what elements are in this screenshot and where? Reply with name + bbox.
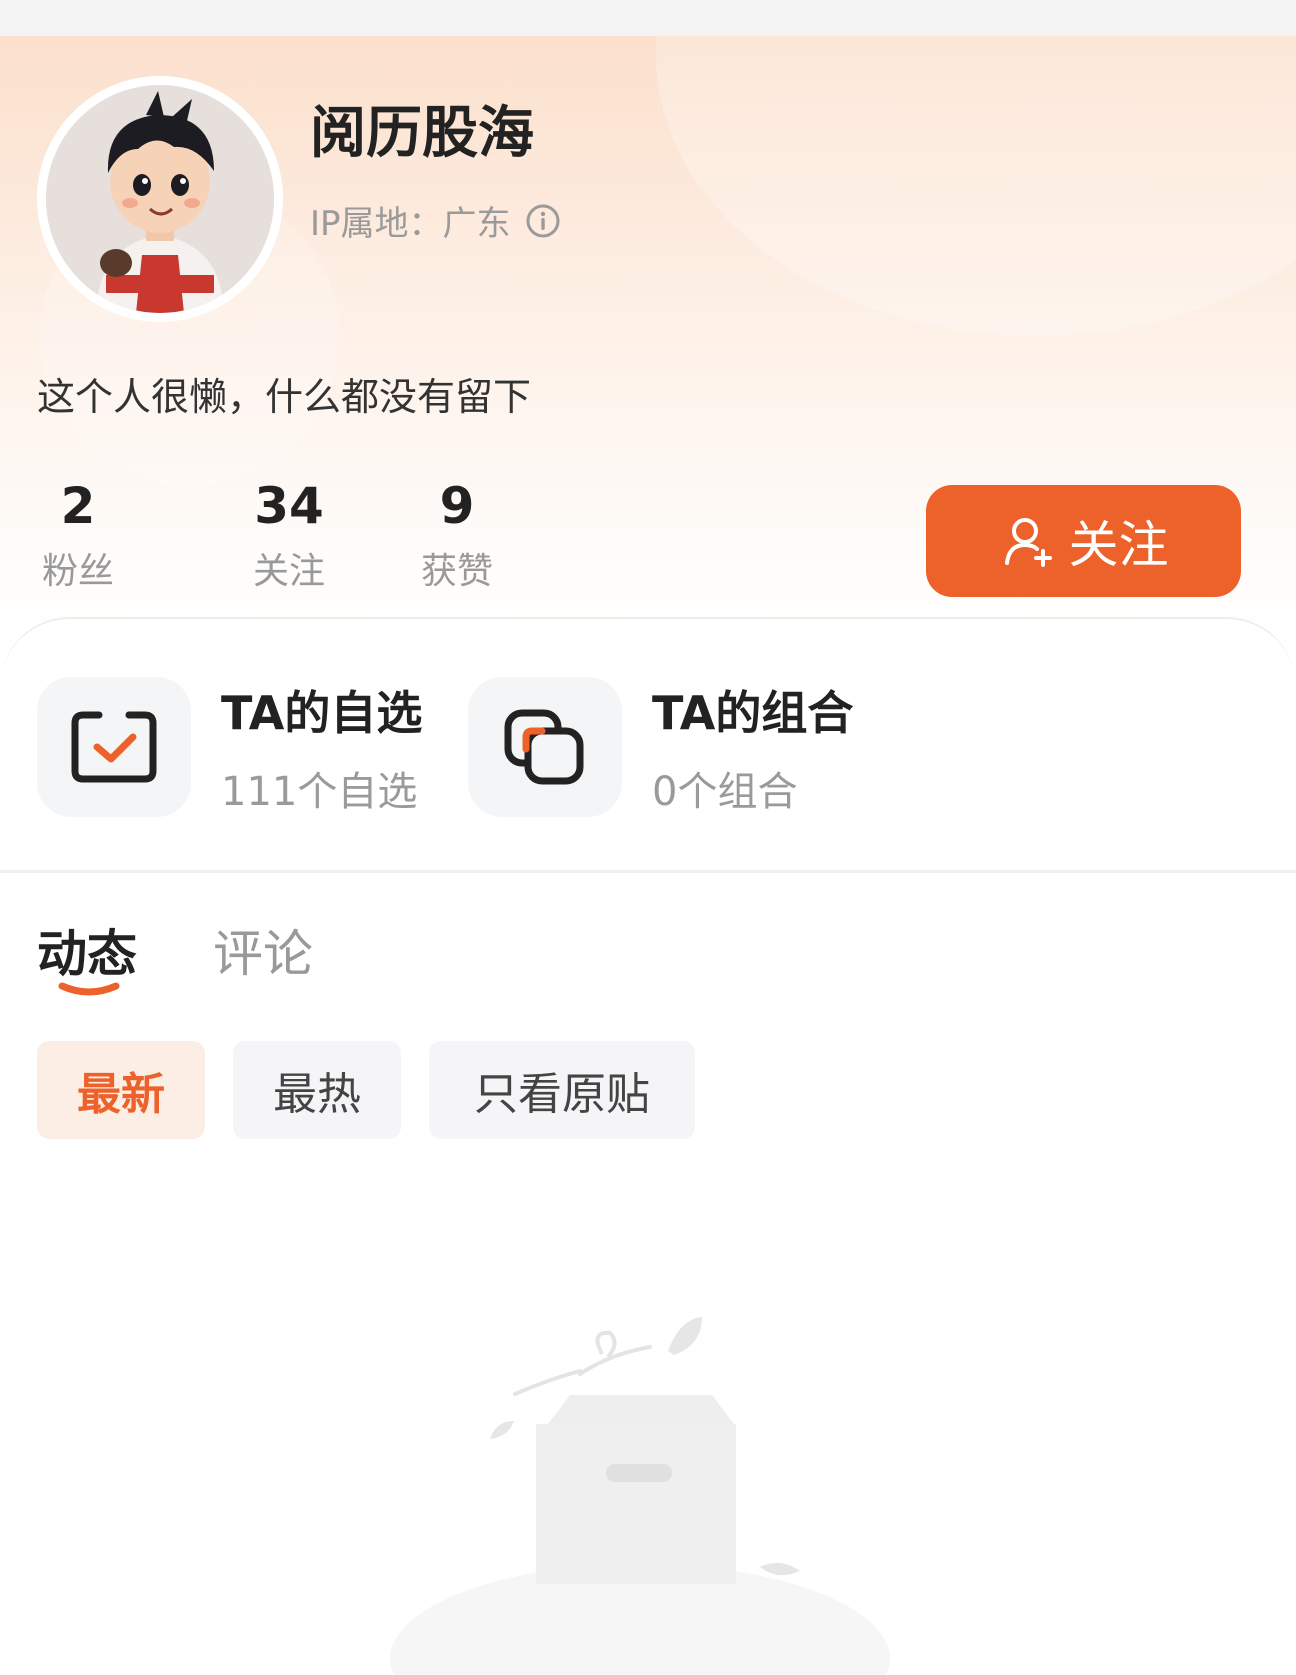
avatar[interactable] [37,76,283,322]
follow-button[interactable]: 关注 [926,485,1241,597]
ip-location-text: IP属地：广东 [310,204,511,244]
stats-row: 2 粉丝 34 关注 9 获赞 [37,476,541,594]
tab-bar: 动态 评论 [37,914,313,986]
divider [0,870,1296,873]
stat-value: 34 [254,477,324,535]
active-tab-indicator [58,982,120,996]
follow-button-label: 关注 [1068,516,1169,574]
info-icon[interactable] [525,203,561,239]
watchlist-count: 111个自选 [221,769,418,815]
filter-chips: 最新 最热 只看原贴 [37,1041,695,1139]
portfolio-title: TA的组合 [652,686,854,740]
filter-original-only[interactable]: 只看原贴 [429,1041,695,1139]
tab-comments[interactable]: 评论 [213,914,313,986]
ip-location-row: IP属地：广东 [310,196,561,245]
tab-posts[interactable]: 动态 [37,914,137,986]
watchlist-title: TA的自选 [221,686,423,740]
stat-fans[interactable]: 2 粉丝 [37,476,119,594]
status-strip [0,0,1296,36]
stat-value: 2 [60,477,96,535]
portfolio-icon-box [468,677,622,817]
avatar-image [46,85,274,313]
content-card: TA的自选 111个自选 TA的组合 0个组合 动态 评论 最新 最热 只看原贴 [0,617,1296,1675]
add-user-icon [1004,518,1052,567]
username: 阅历股海 [310,101,534,166]
watchlist-tile[interactable]: TA的自选 111个自选 [37,677,422,817]
checkbox-icon [71,711,157,783]
filter-latest[interactable]: 最新 [37,1041,205,1139]
bio-text: 这个人很懒，什么都没有留下 [37,375,532,419]
stat-label: 粉丝 [41,551,114,592]
portfolio-count: 0个组合 [652,769,798,815]
stat-following[interactable]: 34 关注 [205,476,373,594]
stat-likes[interactable]: 9 获赞 [373,476,541,594]
stacked-squares-icon [504,709,584,785]
profile-header: 阅历股海 IP属地：广东 这个人很懒，什么都没有留下 2 粉丝 34 关注 9 … [0,36,1296,636]
stat-value: 9 [439,477,475,535]
portfolio-tile[interactable]: TA的组合 0个组合 [468,677,853,817]
watchlist-icon-box [37,677,191,817]
header-decoration [656,36,1296,336]
filter-hot[interactable]: 最热 [233,1041,401,1139]
stat-label: 关注 [252,551,325,592]
empty-box-illustration [390,1317,890,1675]
stat-label: 获赞 [420,551,493,592]
